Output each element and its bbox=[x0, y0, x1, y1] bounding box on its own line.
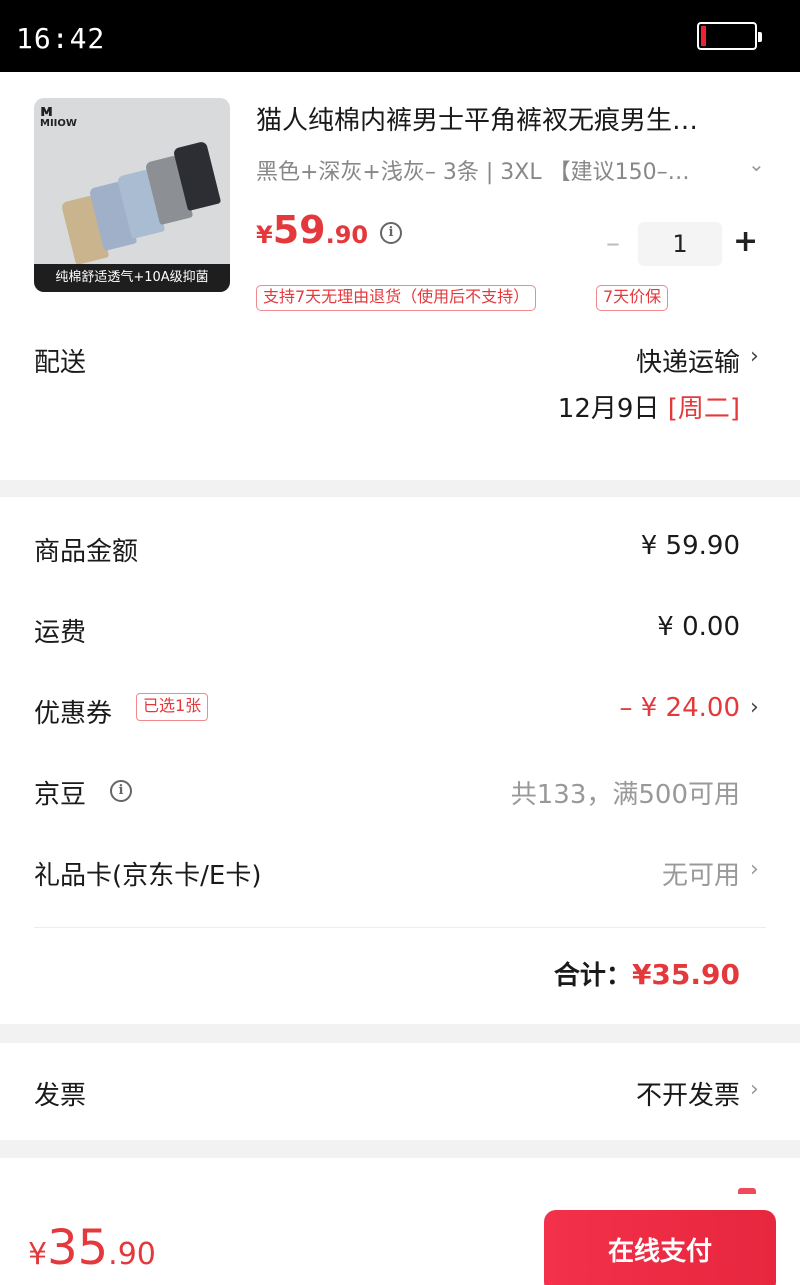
shipping-row: 运费 ¥ 0.00 bbox=[0, 598, 800, 658]
jingdou-label: 京豆 bbox=[34, 780, 87, 810]
footer-price-decimal: .90 bbox=[108, 1237, 156, 1272]
product-price: ¥59.90 bbox=[256, 208, 368, 252]
info-icon[interactable]: i bbox=[380, 222, 402, 244]
coupon-label: 优惠券 bbox=[34, 699, 113, 729]
gift-card-label: 礼品卡(京东卡/E卡) bbox=[34, 861, 262, 891]
order-total: 合计：¥35.90 bbox=[554, 955, 740, 992]
gift-card-value[interactable]: 无可用 bbox=[662, 855, 740, 892]
info-icon[interactable]: i bbox=[110, 780, 132, 802]
checkout-bar: ¥35.90 在线支付 bbox=[0, 1158, 800, 1285]
price-decimal: .90 bbox=[325, 221, 369, 249]
coupon-value[interactable]: – ¥ 24.00 bbox=[619, 693, 740, 723]
pay-online-button[interactable]: 在线支付 bbox=[544, 1210, 776, 1285]
footer-price-integer: 35 bbox=[47, 1220, 109, 1276]
battery-icon bbox=[697, 22, 762, 50]
shipping-value: ¥ 0.00 bbox=[657, 612, 740, 642]
delivery-date: 12月9日 [周二] bbox=[558, 388, 740, 425]
brand-name: MIIOW bbox=[40, 118, 77, 129]
product-image[interactable]: ᴍ MIIOW 纯棉舒适透气+10A级抑菌 bbox=[34, 98, 230, 292]
invoice-row[interactable]: 发票 不开发票 › bbox=[0, 1043, 800, 1140]
coupon-selected-badge: 已选1张 bbox=[136, 693, 209, 721]
chevron-right-icon[interactable]: › bbox=[750, 1077, 759, 1102]
chevron-right-icon[interactable]: › bbox=[750, 695, 759, 720]
coupon-row[interactable]: 优惠券 已选1张 – ¥ 24.00 › bbox=[0, 679, 800, 739]
return-policy-tag: 支持7天无理由退货（使用后不支持） bbox=[256, 285, 537, 311]
price-symbol: ¥ bbox=[256, 221, 273, 249]
product-spec[interactable]: 黑色+深灰+浅灰– 3条 | 3XL 【建议150–… bbox=[256, 154, 746, 186]
pay-badge-dot bbox=[738, 1188, 756, 1194]
jingdou-row: 京豆 i 共133，满500可用 bbox=[0, 760, 800, 820]
price-protection-tag: 7天价保 bbox=[596, 285, 669, 311]
gift-card-row[interactable]: 礼品卡(京东卡/E卡) 无可用 › bbox=[0, 841, 800, 901]
status-bar: 16:42 bbox=[0, 0, 800, 72]
delivery-weekday: [周二] bbox=[667, 394, 740, 424]
invoice-value[interactable]: 不开发票 bbox=[636, 1075, 740, 1112]
quantity-increase-button[interactable]: + bbox=[733, 224, 758, 259]
price-integer: 59 bbox=[272, 208, 326, 252]
cat-logo-icon: ᴍ bbox=[40, 101, 54, 120]
total-label: 合计： bbox=[553, 961, 632, 991]
invoice-label: 发票 bbox=[34, 1081, 87, 1111]
delivery-date-text: 12月9日 bbox=[557, 394, 668, 424]
product-card: ᴍ MIIOW 纯棉舒适透气+10A级抑菌 猫人纯棉内裤男士平角裤衩无痕男生… … bbox=[0, 72, 800, 480]
chevron-right-icon[interactable]: › bbox=[750, 344, 759, 369]
brand-logo: ᴍ MIIOW bbox=[40, 101, 77, 130]
battery-nub bbox=[758, 32, 762, 42]
order-summary: 商品金额 ¥ 59.90 运费 ¥ 0.00 优惠券 已选1张 – ¥ 24.0… bbox=[0, 497, 800, 1024]
quantity-input[interactable]: 1 bbox=[638, 222, 722, 266]
goods-amount-value: ¥ 59.90 bbox=[640, 531, 740, 561]
chevron-down-icon[interactable]: ⌄ bbox=[748, 152, 765, 176]
footer-price: ¥35.90 bbox=[28, 1220, 156, 1276]
product-image-band: 纯棉舒适透气+10A级抑菌 bbox=[34, 264, 230, 292]
product-title[interactable]: 猫人纯棉内裤男士平角裤衩无痕男生… bbox=[256, 100, 776, 137]
delivery-label: 配送 bbox=[34, 348, 87, 378]
footer-price-symbol: ¥ bbox=[28, 1237, 48, 1272]
goods-amount-row: 商品金额 ¥ 59.90 bbox=[0, 517, 800, 577]
quantity-decrease-button[interactable]: – bbox=[606, 226, 620, 259]
goods-amount-label: 商品金额 bbox=[34, 537, 139, 567]
divider bbox=[34, 927, 766, 928]
battery-level bbox=[701, 26, 706, 46]
delivery-method[interactable]: 快递运输 bbox=[636, 342, 740, 379]
chevron-right-icon[interactable]: › bbox=[750, 857, 759, 882]
total-amount: ¥35.90 bbox=[631, 958, 740, 991]
status-time: 16:42 bbox=[16, 22, 106, 55]
shipping-label: 运费 bbox=[34, 618, 87, 648]
jingdou-value: 共133，满500可用 bbox=[510, 780, 740, 810]
